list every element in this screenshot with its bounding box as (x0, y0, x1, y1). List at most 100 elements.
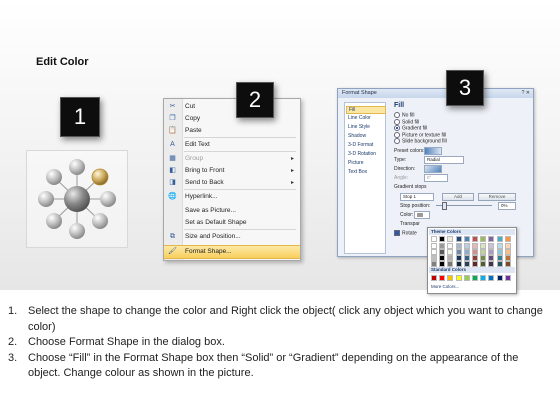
standard-color-swatch[interactable] (496, 275, 503, 281)
dialog-nav-item[interactable]: 3-D Format (348, 142, 373, 148)
group-icon: ▦ (169, 155, 176, 162)
fill-option[interactable]: Picture or texture fill (394, 131, 447, 138)
theme-color-swatch[interactable] (480, 236, 487, 242)
theme-color-swatch[interactable] (496, 236, 503, 242)
copy-icon: ❐ (169, 115, 176, 122)
dialog-nav-item[interactable]: Shadow (348, 133, 366, 139)
fill-option[interactable]: Solid fill (394, 118, 419, 125)
theme-color-swatch[interactable] (455, 261, 462, 267)
context-menu-item[interactable]: Set as Default Shape (164, 217, 300, 229)
fill-option-label: Picture or texture fill (402, 131, 447, 138)
standard-color-swatch[interactable] (455, 275, 462, 281)
theme-color-swatch[interactable] (488, 261, 495, 267)
dialog-nav-item[interactable]: Fill (346, 106, 386, 114)
angle-input[interactable]: 0° (424, 174, 448, 182)
remove-stop-button[interactable]: Remove (478, 193, 516, 201)
menu-separator (184, 229, 296, 230)
theme-color-swatch[interactable] (431, 261, 437, 267)
angle-label: Angle: (394, 175, 409, 181)
dialog-window-buttons[interactable]: ? ✕ (522, 90, 530, 96)
stop-dropdown[interactable]: Stop 1 (400, 193, 434, 201)
standard-color-swatch[interactable] (480, 275, 487, 281)
radio-button[interactable] (394, 131, 400, 138)
radio-button[interactable] (394, 138, 400, 144)
context-menu-item[interactable]: ❐ Copy (164, 113, 300, 125)
standard-color-swatch[interactable] (472, 275, 478, 281)
fill-option[interactable]: No fill (394, 112, 415, 118)
dialog-category-list: Fill Line Color Line Style Shadow 3-D Format… (344, 102, 386, 254)
step-text: Select the shape to change the color and… (28, 305, 543, 333)
context-menu-item[interactable]: ▦ Group ▸ (164, 153, 300, 165)
standard-color-swatch[interactable] (439, 275, 446, 281)
fill-option-label: Slide background fill (402, 138, 447, 145)
dialog-nav-item[interactable]: Line Style (348, 124, 370, 130)
edit-text-icon: A (170, 141, 175, 148)
theme-color-swatch[interactable] (463, 236, 470, 242)
theme-color-swatch[interactable] (488, 236, 495, 242)
step-text: Choose Format Shape in the dialog box. (28, 336, 225, 348)
theme-color-swatch[interactable] (472, 261, 478, 267)
theme-color-swatch[interactable] (463, 261, 470, 267)
paste-icon: 📋 (168, 127, 177, 134)
theme-color-swatch[interactable] (504, 236, 511, 242)
bring-to-front-icon: ◧ (169, 167, 176, 174)
stop-position-input[interactable]: 0% (498, 202, 516, 210)
rotate-with-shape[interactable]: Rotate (394, 230, 417, 236)
standard-color-swatch[interactable] (504, 275, 511, 281)
theme-color-swatch[interactable] (439, 236, 446, 242)
theme-color-swatch[interactable] (447, 261, 454, 267)
radio-button[interactable] (394, 118, 400, 125)
radio-button[interactable] (394, 112, 400, 118)
hyperlink-icon: 🌐 (168, 193, 177, 200)
step-number: 1. (8, 305, 18, 317)
dialog-nav-item[interactable]: Text Box (348, 169, 367, 175)
context-menu-item[interactable]: A Edit Text (164, 139, 300, 151)
theme-color-swatch[interactable] (496, 261, 503, 267)
standard-color-swatch[interactable] (488, 275, 495, 281)
radio-button[interactable] (394, 125, 400, 131)
theme-color-swatch[interactable] (431, 236, 437, 242)
standard-color-swatch[interactable] (431, 275, 437, 281)
theme-color-swatch[interactable] (455, 236, 462, 242)
context-menu-item-label: Set as Default Shape (185, 219, 247, 226)
context-menu-item[interactable]: 🌐 Hyperlink... (164, 191, 300, 203)
context-menu-item[interactable]: 🖌 Format Shape... (164, 245, 300, 259)
theme-color-swatch[interactable] (472, 236, 478, 242)
add-stop-button[interactable]: Add (442, 193, 474, 201)
fill-option[interactable]: Slide background fill (394, 138, 447, 144)
fill-option-label: Gradient fill (402, 125, 428, 132)
color-swatch-icon (417, 212, 423, 217)
sphere-diagram[interactable] (26, 150, 128, 248)
context-menu-item-label: Send to Back (185, 179, 224, 186)
context-menu-item[interactable]: ◨ Send to Back ▸ (164, 177, 300, 189)
context-menu-item[interactable]: ⧉ Size and Position... (164, 231, 300, 243)
standard-color-swatch[interactable] (463, 275, 470, 281)
dialog-nav-item[interactable]: Picture (348, 160, 364, 166)
dialog-nav-item[interactable]: Line Color (348, 115, 371, 121)
theme-color-swatch[interactable] (504, 261, 511, 267)
type-label: Type: (394, 157, 407, 163)
rotate-checkbox[interactable] (394, 230, 400, 236)
more-colors-link[interactable]: More Colors... (431, 284, 459, 289)
color-dropdown[interactable] (414, 211, 430, 219)
context-menu-item[interactable]: ✂ Cut (164, 101, 300, 113)
menu-separator (184, 151, 296, 152)
context-menu-item[interactable]: 📋 Paste (164, 125, 300, 137)
transparency-label: Transpar (400, 221, 420, 227)
context-menu-item[interactable]: ◧ Bring to Front ▸ (164, 165, 300, 177)
step-text: Choose “Fill” in the Format Shape box th… (28, 351, 519, 380)
stop-position-label: Stop position: (400, 203, 431, 209)
standard-color-swatch[interactable] (447, 275, 454, 281)
type-dropdown[interactable]: Radial (424, 156, 464, 164)
preset-colors-dropdown[interactable] (424, 147, 442, 155)
step-badge-3: 3 (446, 70, 484, 106)
stop-position-thumb[interactable] (442, 202, 447, 210)
context-menu-item[interactable]: Save as Picture... (164, 205, 300, 217)
direction-dropdown[interactable] (424, 165, 442, 173)
fill-option[interactable]: Gradient fill (394, 125, 427, 131)
theme-color-swatch[interactable] (439, 261, 446, 267)
step-number: 3. (8, 351, 18, 364)
dialog-nav-item[interactable]: 3-D Rotation (348, 151, 376, 157)
theme-color-swatch[interactable] (480, 261, 487, 267)
theme-color-swatch[interactable] (447, 236, 454, 242)
